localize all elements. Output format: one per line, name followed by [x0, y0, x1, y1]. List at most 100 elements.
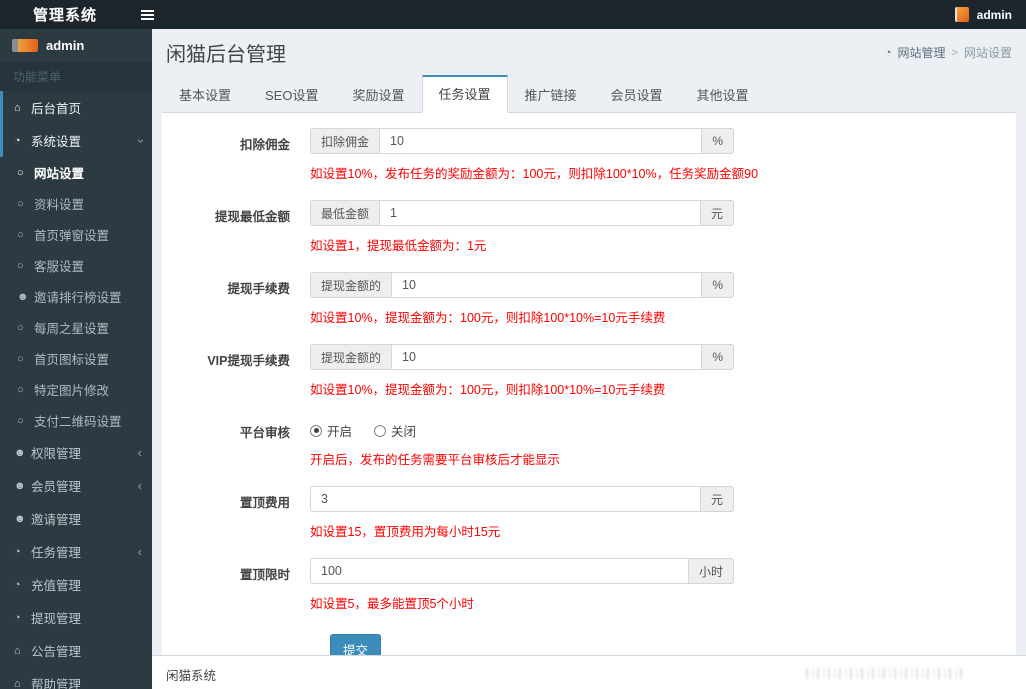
home-icon: ⌂: [14, 677, 21, 689]
breadcrumb: ◔ 网站管理 > 网站设置: [885, 44, 1012, 61]
help-text: 如设置10%，提现金额为：100元，则扣除100*10%=10元手续费: [310, 311, 666, 325]
system-settings-submenu: ○ 网站设置 ○ 资料设置 ○ 首页弹窗设置 ○ 客服设置 ☻ 邀请排行榜设置 …: [0, 157, 152, 436]
platform-review-radio-group: 开启 关闭: [310, 416, 734, 440]
users-icon: ☻: [14, 479, 26, 492]
sidebar-item-dashboard-home[interactable]: ⌂ 后台首页: [0, 91, 152, 124]
user-menu[interactable]: admin: [954, 0, 1026, 29]
unit-addon: 元: [700, 200, 734, 226]
sidebar-item-member-mgmt[interactable]: ☻ 会员管理 ‹: [0, 469, 152, 502]
tab-reward-settings[interactable]: 奖励设置: [335, 75, 421, 113]
dashboard-icon: ◔: [14, 134, 21, 147]
form-row-withdraw-fee: 提现手续费 提现金额的 % 如设置10%，提现金额为：100元，则扣除100*1…: [162, 272, 1016, 340]
tab-basic-settings[interactable]: 基本设置: [162, 75, 248, 113]
home-icon: ⌂: [14, 101, 21, 114]
watermark: [806, 668, 964, 679]
sidebar-item-invite-mgmt[interactable]: ☻ 邀请管理: [0, 502, 152, 535]
help-text: 开启后，发布的任务需要平台审核后才能显示: [310, 453, 561, 467]
radio-option-off[interactable]: 关闭: [374, 421, 416, 440]
withdraw-fee-input[interactable]: [391, 272, 703, 298]
form-row-pin-fee: 置顶费用 元 如设置15，置顶费用为每小时15元: [162, 486, 1016, 554]
tab-promo-link[interactable]: 推广链接: [508, 75, 594, 113]
hamburger-icon: [140, 8, 154, 22]
pin-time-input[interactable]: [310, 558, 689, 584]
user-avatar: [954, 7, 969, 22]
circle-icon: ○: [17, 228, 24, 241]
username-label: admin: [976, 7, 1012, 22]
sidebar-item-help-mgmt[interactable]: ⌂ 帮助管理: [0, 667, 152, 689]
sidebar-item-pay-qrcode-settings[interactable]: ○ 支付二维码设置: [0, 405, 152, 436]
tab-seo-settings[interactable]: SEO设置: [248, 75, 335, 113]
sidebar: admin 功能菜单 ⌂ 后台首页 ◔ 系统设置 ‹ ○ 网站设置 ○ 资料设置: [0, 29, 152, 689]
breadcrumb-link[interactable]: 网站管理: [898, 44, 946, 61]
circle-icon: ○: [17, 383, 24, 396]
commission-input-group: 扣除佣金 %: [310, 128, 734, 154]
circle-icon: ○: [17, 352, 24, 365]
pin-time-input-group: 小时: [310, 558, 734, 584]
sidebar-item-home-icon-settings[interactable]: ○ 首页图标设置: [0, 343, 152, 374]
sidebar-item-announcement-mgmt[interactable]: ⌂ 公告管理: [0, 634, 152, 667]
footer-text: 闲猫系统: [166, 669, 217, 683]
commission-input[interactable]: [379, 128, 703, 154]
sidebar-item-recharge-mgmt[interactable]: ◔ 充值管理: [0, 568, 152, 601]
field-label: VIP提现手续费: [207, 354, 290, 368]
field-label: 置顶费用: [239, 496, 290, 510]
footer: 闲猫系统: [152, 655, 1026, 689]
dashboard-icon: ◔: [14, 578, 21, 591]
sidebar-item-system-settings[interactable]: ◔ 系统设置 ‹: [0, 124, 152, 157]
sidebar-item-withdraw-mgmt[interactable]: ◔ 提现管理: [0, 601, 152, 634]
pin-fee-input-group: 元: [310, 486, 734, 512]
radio-checked-icon: [310, 424, 322, 437]
help-text: 如设置10%，提现金额为：100元，则扣除100*10%=10元手续费: [310, 383, 666, 397]
sidebar-user-panel[interactable]: admin: [0, 29, 152, 62]
settings-tabs: 基本设置 SEO设置 奖励设置 任务设置 推广链接 会员设置 其他设置: [162, 75, 1016, 113]
unit-addon: %: [702, 344, 734, 370]
withdraw-fee-input-group: 提现金额的 %: [310, 272, 734, 298]
task-settings-form: 扣除佣金 扣除佣金 % 如设置10%，发布任务的奖励金额为：100元，则扣除10…: [162, 113, 1016, 687]
input-addon: 提现金额的: [310, 344, 392, 370]
tab-task-settings[interactable]: 任务设置: [421, 75, 508, 113]
pin-fee-input[interactable]: [310, 486, 701, 512]
menu-section-label: 功能菜单: [0, 62, 152, 91]
form-row-vip-withdraw-fee: VIP提现手续费 提现金额的 % 如设置10%，提现金额为：100元，则扣除10…: [162, 344, 1016, 412]
field-label: 提现最低金额: [214, 210, 290, 224]
circle-icon: ○: [17, 166, 24, 179]
chevron-down-icon: ‹: [131, 138, 147, 143]
sidebar-item-invite-rank-settings[interactable]: ☻ 邀请排行榜设置: [0, 281, 152, 312]
sidebar-item-task-mgmt[interactable]: ◔ 任务管理 ‹: [0, 535, 152, 568]
main-content: 闲猫后台管理 ◔ 网站管理 > 网站设置 基本设置 SEO设置 奖励设置 任务设…: [152, 29, 1026, 689]
sidebar-item-profile-settings[interactable]: ○ 资料设置: [0, 188, 152, 219]
chevron-left-icon: ‹: [137, 444, 142, 460]
field-label: 平台审核: [239, 426, 290, 440]
tab-member-settings[interactable]: 会员设置: [594, 75, 680, 113]
sidebar-item-weekly-star-settings[interactable]: ○ 每周之星设置: [0, 312, 152, 343]
sidebar-item-specific-image-edit[interactable]: ○ 特定图片修改: [0, 374, 152, 405]
chevron-left-icon: ‹: [137, 543, 142, 559]
field-label: 置顶限时: [239, 568, 290, 582]
unit-addon: 元: [700, 486, 734, 512]
field-label: 扣除佣金: [239, 138, 290, 152]
unit-addon: 小时: [688, 558, 734, 584]
circle-icon: ○: [17, 321, 24, 334]
sidebar-toggle-button[interactable]: [130, 0, 164, 29]
sidebar-item-service-settings[interactable]: ○ 客服设置: [0, 250, 152, 281]
brand-logo[interactable]: 管理系统: [0, 0, 130, 29]
form-row-pin-time-limit: 置顶限时 小时 如设置5，最多能置顶5个小时: [162, 558, 1016, 626]
user-icon: ☻: [17, 290, 29, 303]
form-row-min-withdraw: 提现最低金额 最低金额 元 如设置1，提现最低金额为：1元: [162, 200, 1016, 268]
input-addon: 扣除佣金: [310, 128, 380, 154]
help-text: 如设置10%，发布任务的奖励金额为：100元，则扣除100*10%，任务奖励金额…: [310, 167, 759, 181]
min-withdraw-input[interactable]: [379, 200, 701, 226]
vip-withdraw-fee-input[interactable]: [391, 344, 703, 370]
tab-other-settings[interactable]: 其他设置: [680, 75, 766, 113]
circle-icon: ○: [17, 197, 24, 210]
breadcrumb-separator: >: [951, 46, 958, 59]
sidebar-item-site-settings[interactable]: ○ 网站设置: [0, 157, 152, 188]
vip-withdraw-fee-input-group: 提现金额的 %: [310, 344, 734, 370]
sidebar-menu: ⌂ 后台首页 ◔ 系统设置 ‹ ○ 网站设置 ○ 资料设置 ○ 首页弹窗设置 ○…: [0, 91, 152, 689]
sidebar-item-home-popup-settings[interactable]: ○ 首页弹窗设置: [0, 219, 152, 250]
radio-option-on[interactable]: 开启: [310, 421, 352, 440]
users-icon: ☻: [14, 512, 26, 525]
sidebar-item-permission-mgmt[interactable]: ☻ 权限管理 ‹: [0, 436, 152, 469]
input-addon: 最低金额: [310, 200, 380, 226]
